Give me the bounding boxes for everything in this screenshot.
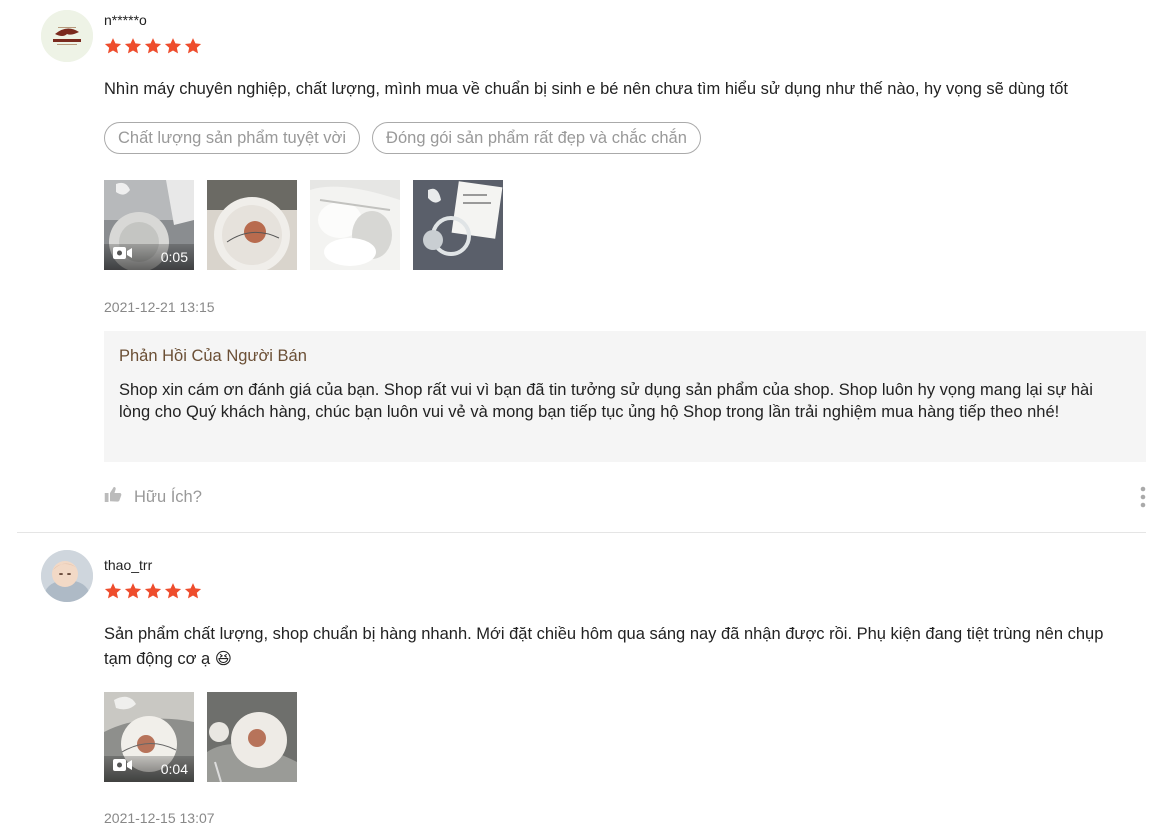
avatar[interactable] <box>41 10 93 62</box>
video-camera-icon <box>113 758 133 777</box>
star-icon <box>124 37 142 55</box>
helpful-label: Hữu Ích? <box>134 487 202 506</box>
review-image-thumbnail[interactable] <box>207 180 297 270</box>
star-icon <box>184 37 202 55</box>
review-image-thumbnail[interactable] <box>310 180 400 270</box>
review-video-thumbnail[interactable]: 0:04 <box>104 692 194 782</box>
review-video-thumbnail[interactable]: 0:05 <box>104 180 194 270</box>
star-icon <box>104 582 122 600</box>
seller-reply: Phản Hồi Của Người Bán Shop xin cám ơn đ… <box>104 331 1146 462</box>
seller-reply-body: Shop xin cám ơn đánh giá của bạn. Shop r… <box>119 381 1093 421</box>
review-media: 0:04 <box>104 692 297 782</box>
star-icon <box>104 37 122 55</box>
video-camera-icon <box>113 246 133 265</box>
review-date: 2021-12-15 13:07 <box>104 810 215 826</box>
tag-packaging[interactable]: Đóng gói sản phẩm rất đẹp và chắc chắn <box>372 122 701 154</box>
more-vertical-icon[interactable] <box>1140 486 1146 508</box>
review-media: 0:05 <box>104 180 503 270</box>
reviewer-name: n*****o <box>104 12 147 28</box>
seller-reply-title: Phản Hồi Của Người Bán <box>119 347 307 365</box>
star-icon <box>164 37 182 55</box>
star-icon <box>124 582 142 600</box>
rating-stars <box>104 37 202 55</box>
review-comment: Sản phẩm chất lượng, shop chuẩn bị hàng … <box>104 625 1104 668</box>
video-duration: 0:05 <box>160 249 188 265</box>
review-divider <box>17 532 1146 533</box>
thumbs-up-icon <box>104 486 122 508</box>
star-icon <box>144 37 162 55</box>
avatar[interactable] <box>41 550 93 602</box>
review-date: 2021-12-21 13:15 <box>104 299 215 315</box>
rating-stars <box>104 582 202 600</box>
star-icon <box>144 582 162 600</box>
review-image-thumbnail[interactable] <box>413 180 503 270</box>
review-image-thumbnail[interactable] <box>207 692 297 782</box>
tag-quality[interactable]: Chất lượng sản phẩm tuyệt vời <box>104 122 361 154</box>
star-icon <box>164 582 182 600</box>
helpful-button[interactable]: Hữu Ích? <box>104 486 202 508</box>
reviewer-name: thao_trr <box>104 557 153 573</box>
review-tags: Chất lượng sản phẩm tuyệt vời Đóng gói s… <box>104 122 701 154</box>
review-comment: Nhìn máy chuyên nghiệp, chất lượng, mình… <box>104 80 1069 98</box>
video-duration: 0:04 <box>160 761 188 777</box>
star-icon <box>184 582 202 600</box>
